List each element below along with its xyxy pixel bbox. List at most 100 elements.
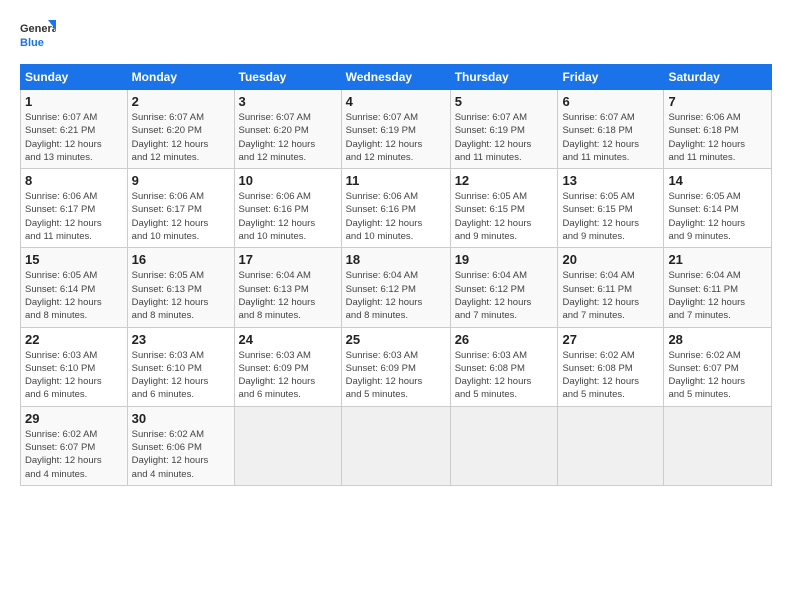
day-number: 30 <box>132 411 230 426</box>
day-info: Sunrise: 6:07 AM Sunset: 6:19 PM Dayligh… <box>455 111 554 164</box>
calendar-cell: 13 Sunrise: 6:05 AM Sunset: 6:15 PM Dayli… <box>558 169 664 248</box>
calendar-cell: 25 Sunrise: 6:03 AM Sunset: 6:09 PM Dayli… <box>341 327 450 406</box>
calendar-cell <box>558 406 664 485</box>
calendar-cell: 3Sunrise: 6:07 AM Sunset: 6:20 PM Daylig… <box>234 90 341 169</box>
day-number: 18 <box>346 252 446 267</box>
day-info: Sunrise: 6:03 AM Sunset: 6:10 PM Dayligh… <box>25 349 123 402</box>
day-info: Sunrise: 6:02 AM Sunset: 6:07 PM Dayligh… <box>25 428 123 481</box>
calendar-cell: 14 Sunrise: 6:05 AM Sunset: 6:14 PM Dayli… <box>664 169 772 248</box>
day-number: 6 <box>562 94 659 109</box>
calendar-cell: 29 Sunrise: 6:02 AM Sunset: 6:07 PM Dayli… <box>21 406 128 485</box>
calendar-cell: 22 Sunrise: 6:03 AM Sunset: 6:10 PM Dayli… <box>21 327 128 406</box>
weekday-header-monday: Monday <box>127 65 234 90</box>
day-info: Sunrise: 6:07 AM Sunset: 6:21 PM Dayligh… <box>25 111 123 164</box>
day-info: Sunrise: 6:03 AM Sunset: 6:10 PM Dayligh… <box>132 349 230 402</box>
day-number: 13 <box>562 173 659 188</box>
calendar-cell: 23 Sunrise: 6:03 AM Sunset: 6:10 PM Dayli… <box>127 327 234 406</box>
day-number: 22 <box>25 332 123 347</box>
day-number: 21 <box>668 252 767 267</box>
day-info: Sunrise: 6:04 AM Sunset: 6:12 PM Dayligh… <box>455 269 554 322</box>
weekday-header-row: SundayMondayTuesdayWednesdayThursdayFrid… <box>21 65 772 90</box>
calendar-cell: 7 Sunrise: 6:06 AM Sunset: 6:18 PM Daylig… <box>664 90 772 169</box>
calendar-cell: 10Sunrise: 6:06 AM Sunset: 6:16 PM Dayli… <box>234 169 341 248</box>
day-number: 28 <box>668 332 767 347</box>
day-number: 20 <box>562 252 659 267</box>
calendar-week-row: 8 Sunrise: 6:06 AM Sunset: 6:17 PM Daylig… <box>21 169 772 248</box>
day-info: Sunrise: 6:02 AM Sunset: 6:06 PM Dayligh… <box>132 428 230 481</box>
logo: General Blue <box>20 18 56 54</box>
day-number: 15 <box>25 252 123 267</box>
day-number: 19 <box>455 252 554 267</box>
calendar-cell <box>450 406 558 485</box>
calendar-cell: 15 Sunrise: 6:05 AM Sunset: 6:14 PM Dayli… <box>21 248 128 327</box>
weekday-header-friday: Friday <box>558 65 664 90</box>
calendar-cell: 27 Sunrise: 6:02 AM Sunset: 6:08 PM Dayli… <box>558 327 664 406</box>
calendar-cell: 9 Sunrise: 6:06 AM Sunset: 6:17 PM Daylig… <box>127 169 234 248</box>
calendar-cell: 17 Sunrise: 6:04 AM Sunset: 6:13 PM Dayli… <box>234 248 341 327</box>
calendar-cell: 16Sunrise: 6:05 AM Sunset: 6:13 PM Dayli… <box>127 248 234 327</box>
day-info: Sunrise: 6:05 AM Sunset: 6:14 PM Dayligh… <box>668 190 767 243</box>
svg-text:Blue: Blue <box>20 37 44 49</box>
day-number: 7 <box>668 94 767 109</box>
day-info: Sunrise: 6:03 AM Sunset: 6:09 PM Dayligh… <box>239 349 337 402</box>
day-info: Sunrise: 6:06 AM Sunset: 6:17 PM Dayligh… <box>25 190 123 243</box>
day-number: 23 <box>132 332 230 347</box>
day-info: Sunrise: 6:05 AM Sunset: 6:15 PM Dayligh… <box>455 190 554 243</box>
day-info: Sunrise: 6:04 AM Sunset: 6:11 PM Dayligh… <box>562 269 659 322</box>
calendar-cell: 20 Sunrise: 6:04 AM Sunset: 6:11 PM Dayli… <box>558 248 664 327</box>
day-number: 11 <box>346 173 446 188</box>
day-number: 17 <box>239 252 337 267</box>
svg-text:General: General <box>20 23 56 35</box>
calendar-cell: 30 Sunrise: 6:02 AM Sunset: 6:06 PM Dayli… <box>127 406 234 485</box>
day-number: 29 <box>25 411 123 426</box>
calendar-cell: 26Sunrise: 6:03 AM Sunset: 6:08 PM Dayli… <box>450 327 558 406</box>
day-info: Sunrise: 6:02 AM Sunset: 6:08 PM Dayligh… <box>562 349 659 402</box>
day-number: 2 <box>132 94 230 109</box>
calendar-cell <box>664 406 772 485</box>
calendar-cell <box>341 406 450 485</box>
day-info: Sunrise: 6:06 AM Sunset: 6:17 PM Dayligh… <box>132 190 230 243</box>
calendar-week-row: 29 Sunrise: 6:02 AM Sunset: 6:07 PM Dayli… <box>21 406 772 485</box>
day-number: 8 <box>25 173 123 188</box>
calendar-cell: 12 Sunrise: 6:05 AM Sunset: 6:15 PM Dayli… <box>450 169 558 248</box>
calendar-cell: 18 Sunrise: 6:04 AM Sunset: 6:12 PM Dayli… <box>341 248 450 327</box>
calendar-cell: 6 Sunrise: 6:07 AM Sunset: 6:18 PM Daylig… <box>558 90 664 169</box>
calendar-cell: 2 Sunrise: 6:07 AM Sunset: 6:20 PM Daylig… <box>127 90 234 169</box>
day-info: Sunrise: 6:03 AM Sunset: 6:09 PM Dayligh… <box>346 349 446 402</box>
calendar-cell: 24 Sunrise: 6:03 AM Sunset: 6:09 PM Dayli… <box>234 327 341 406</box>
weekday-header-saturday: Saturday <box>664 65 772 90</box>
day-number: 5 <box>455 94 554 109</box>
day-info: Sunrise: 6:07 AM Sunset: 6:20 PM Dayligh… <box>239 111 337 164</box>
day-number: 1 <box>25 94 123 109</box>
calendar-cell: 4Sunrise: 6:07 AM Sunset: 6:19 PM Daylig… <box>341 90 450 169</box>
day-info: Sunrise: 6:07 AM Sunset: 6:20 PM Dayligh… <box>132 111 230 164</box>
day-info: Sunrise: 6:04 AM Sunset: 6:13 PM Dayligh… <box>239 269 337 322</box>
day-info: Sunrise: 6:04 AM Sunset: 6:11 PM Dayligh… <box>668 269 767 322</box>
day-number: 27 <box>562 332 659 347</box>
day-info: Sunrise: 6:07 AM Sunset: 6:18 PM Dayligh… <box>562 111 659 164</box>
day-number: 4 <box>346 94 446 109</box>
calendar-cell: 11 Sunrise: 6:06 AM Sunset: 6:16 PM Dayli… <box>341 169 450 248</box>
calendar-cell: 21 Sunrise: 6:04 AM Sunset: 6:11 PM Dayli… <box>664 248 772 327</box>
calendar-cell <box>234 406 341 485</box>
day-number: 14 <box>668 173 767 188</box>
calendar-cell: 8 Sunrise: 6:06 AM Sunset: 6:17 PM Daylig… <box>21 169 128 248</box>
calendar-table: SundayMondayTuesdayWednesdayThursdayFrid… <box>20 64 772 486</box>
day-number: 9 <box>132 173 230 188</box>
calendar-cell: 1 Sunrise: 6:07 AM Sunset: 6:21 PM Daylig… <box>21 90 128 169</box>
day-info: Sunrise: 6:05 AM Sunset: 6:15 PM Dayligh… <box>562 190 659 243</box>
day-number: 16 <box>132 252 230 267</box>
day-number: 10 <box>239 173 337 188</box>
day-number: 24 <box>239 332 337 347</box>
day-info: Sunrise: 6:05 AM Sunset: 6:14 PM Dayligh… <box>25 269 123 322</box>
day-number: 12 <box>455 173 554 188</box>
day-info: Sunrise: 6:04 AM Sunset: 6:12 PM Dayligh… <box>346 269 446 322</box>
day-info: Sunrise: 6:06 AM Sunset: 6:16 PM Dayligh… <box>346 190 446 243</box>
day-number: 25 <box>346 332 446 347</box>
day-number: 26 <box>455 332 554 347</box>
calendar-week-row: 15 Sunrise: 6:05 AM Sunset: 6:14 PM Dayli… <box>21 248 772 327</box>
day-info: Sunrise: 6:06 AM Sunset: 6:18 PM Dayligh… <box>668 111 767 164</box>
weekday-header-sunday: Sunday <box>21 65 128 90</box>
weekday-header-tuesday: Tuesday <box>234 65 341 90</box>
weekday-header-wednesday: Wednesday <box>341 65 450 90</box>
